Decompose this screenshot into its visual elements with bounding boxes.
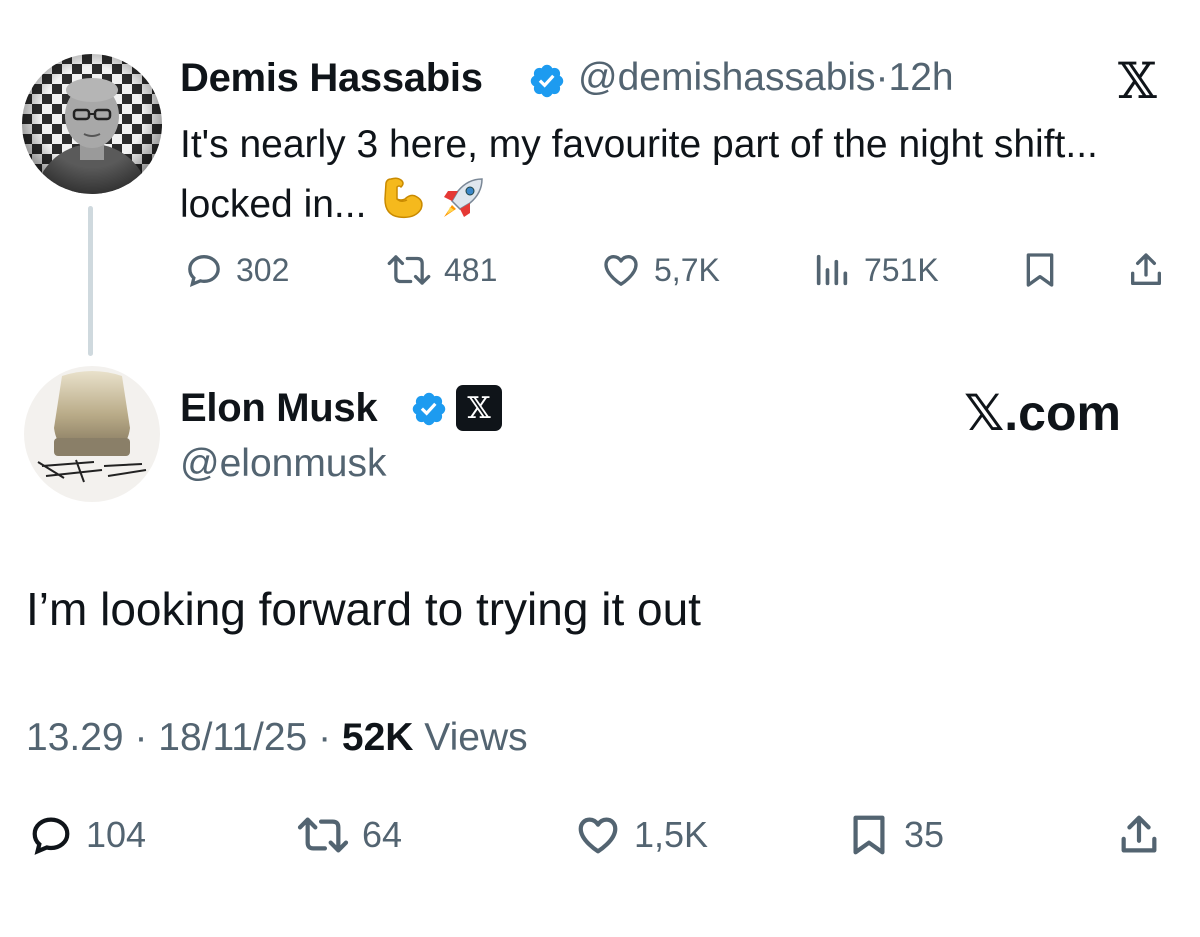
author-handle[interactable]: @demishassabis [578,56,876,99]
repost-count: 64 [362,814,403,855]
verified-badge-icon [412,392,446,426]
reply-icon [188,254,220,287]
bookmark-icon [1026,253,1054,287]
x-dot-com-link[interactable]: 𝕏.com [964,384,1121,442]
heart-icon [604,255,638,286]
author-name[interactable]: Demis Hassabis [180,56,483,101]
quoted-tweet-actions: 302 481 5,7K 751K [0,250,1200,300]
repost-count: 481 [444,251,498,288]
separator-dot: · [318,716,332,759]
bookmark-button[interactable] [1020,250,1060,290]
reply-count: 302 [236,251,290,288]
repost-icon [297,817,349,853]
share-button[interactable] [1116,812,1162,858]
avatar-image [22,54,162,194]
author-name[interactable]: Elon Musk [180,386,378,431]
tweet-text-content: It's nearly 3 here, my favourite part of… [180,123,1098,226]
x-logo-icon: 𝕏 [1118,52,1157,110]
author-handle-and-time[interactable]: @demishassabis·12h [578,56,954,100]
views-count: 751K [864,251,939,288]
flexed-biceps-icon [377,173,427,239]
views-label: Views [424,716,528,759]
tweet-meta: 13.29 · 18/11/25 · 52K Views [26,716,528,760]
repost-icon [387,255,431,285]
share-button[interactable] [1126,250,1166,290]
repost-button[interactable]: 64 [296,812,402,858]
main-tweet-actions: 104 64 1,5K 35 [0,812,1200,862]
tweet-time[interactable]: 13.29 [26,716,124,759]
reply-button[interactable]: 302 [184,250,289,290]
share-icon [1121,815,1157,853]
bookmark-count: 35 [904,814,945,855]
tweet-text: It's nearly 3 here, my favourite part of… [180,116,1140,239]
reply-button[interactable]: 104 [28,812,146,858]
separator-dot: · [134,716,148,759]
like-button[interactable]: 5,7K [600,250,720,290]
views-chart-icon [816,254,848,286]
separator-dot: · [875,56,889,99]
avatar-image [24,366,160,502]
like-button[interactable]: 1,5K [574,812,708,858]
bookmark-icon [853,815,885,855]
rocket-icon [438,173,488,239]
avatar-demis-hassabis[interactable] [22,54,162,194]
tweet-date[interactable]: 18/11/25 [158,716,307,759]
views-button[interactable]: 751K [812,250,939,290]
tweet-text: I’m looking forward to trying it out [26,583,701,635]
avatar-elon-musk[interactable] [24,366,160,502]
author-handle[interactable]: @elonmusk [180,442,387,486]
bookmark-button[interactable]: 35 [846,812,944,858]
views-count: 52K [341,716,414,759]
tweet-time[interactable]: 12h [889,56,954,99]
share-icon [1131,253,1161,285]
reply-count: 104 [86,814,147,855]
repost-button[interactable]: 481 [386,250,497,290]
reply-icon [32,817,70,855]
heart-icon [578,817,618,854]
verified-badge-icon [530,64,564,98]
x-affiliation-badge-icon[interactable]: 𝕏 [456,385,502,431]
like-count: 1,5K [634,814,709,855]
like-count: 5,7K [654,251,720,288]
